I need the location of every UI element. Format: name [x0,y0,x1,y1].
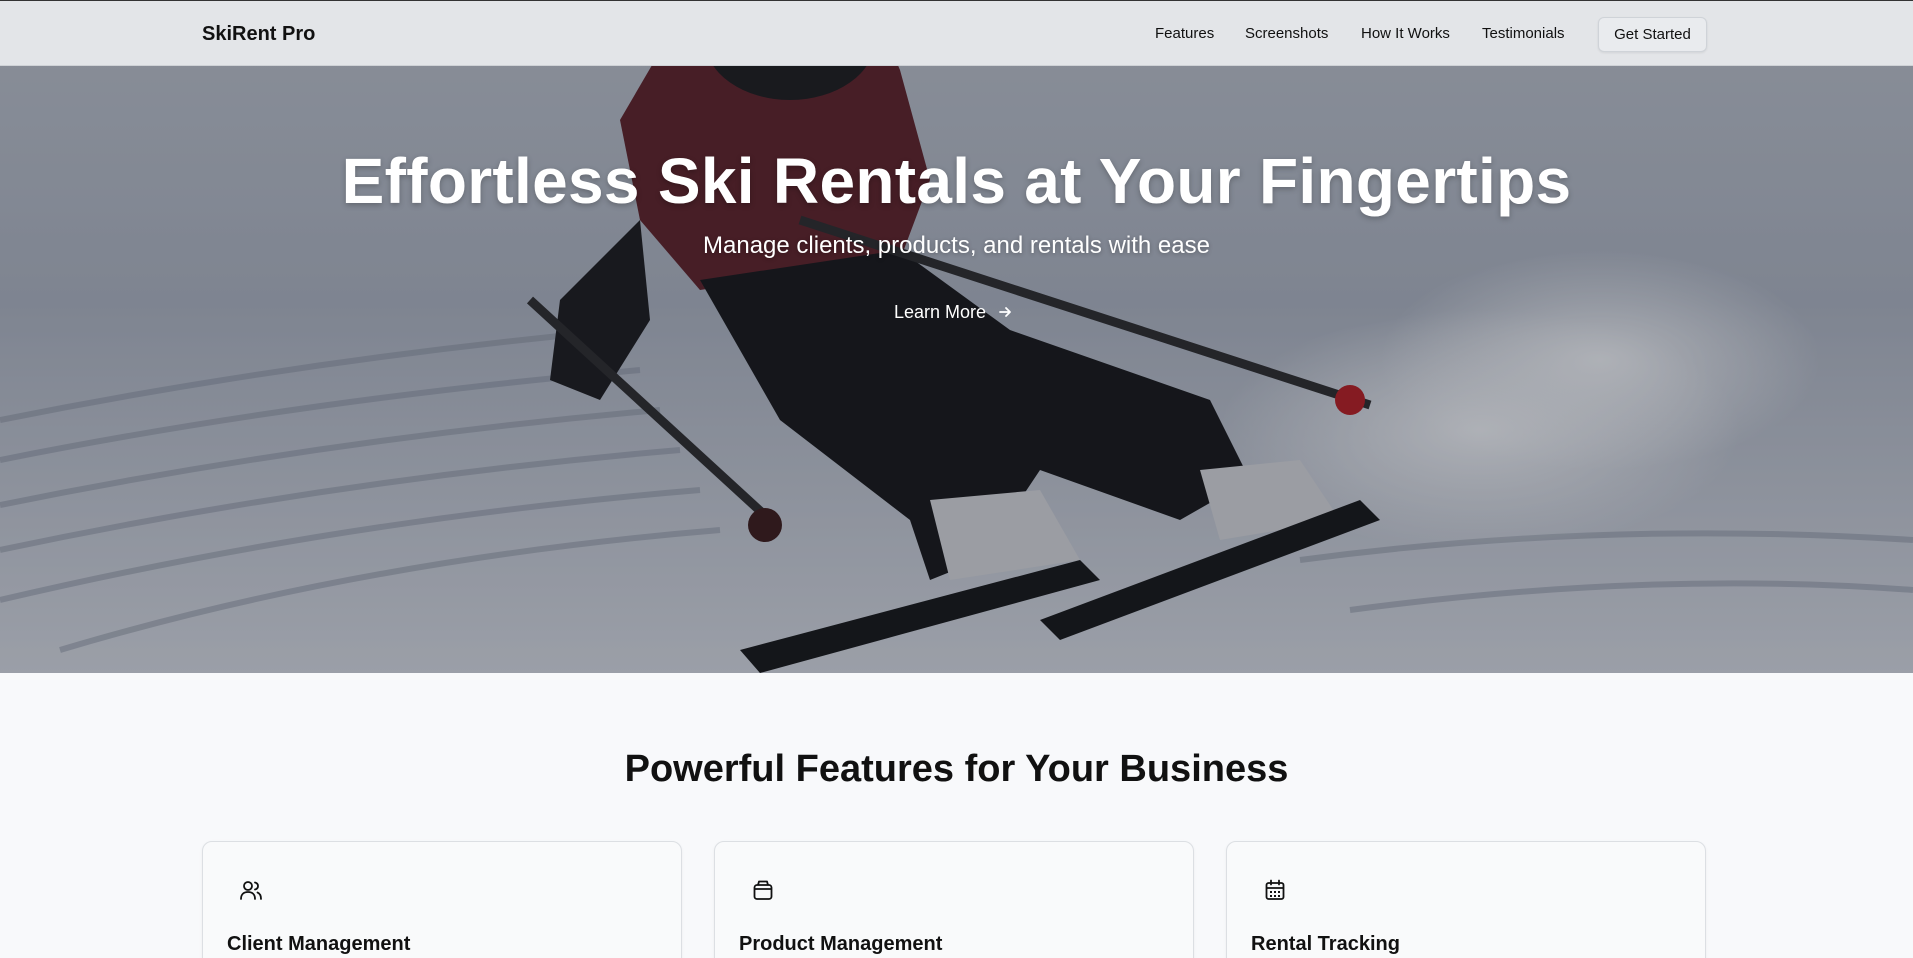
box-icon [753,880,773,900]
features-heading: Powerful Features for Your Business [624,748,1289,790]
get-started-button[interactable]: Get Started [1598,17,1707,52]
hero-subtitle: Manage clients, products, and rentals wi… [703,232,1210,259]
nav-link-how-it-works[interactable]: How It Works [1361,25,1450,42]
feature-card-client-management: Client Management [202,841,682,958]
top-navbar: SkiRent Pro Features Screenshots How It … [0,0,1913,66]
feature-card-title: Product Management [739,933,943,955]
hero-title: Effortless Ski Rentals at Your Fingertip… [341,145,1572,217]
hero-section: Effortless Ski Rentals at Your Fingertip… [0,66,1913,673]
feature-card-rental-tracking: Rental Tracking [1226,841,1706,958]
nav-link-screenshots[interactable]: Screenshots [1245,25,1328,42]
learn-more-label: Learn More [893,301,987,322]
nav-link-features[interactable]: Features [1155,25,1214,42]
feature-card-title: Rental Tracking [1251,933,1400,955]
arrow-right-icon [999,307,1011,317]
learn-more-button[interactable]: Learn More [878,294,1028,330]
feature-card-title: Client Management [227,933,411,955]
nav-link-testimonials[interactable]: Testimonials [1482,25,1565,42]
calendar-icon [1265,879,1285,900]
feature-card-product-management: Product Management [714,841,1194,958]
users-icon [240,881,262,900]
